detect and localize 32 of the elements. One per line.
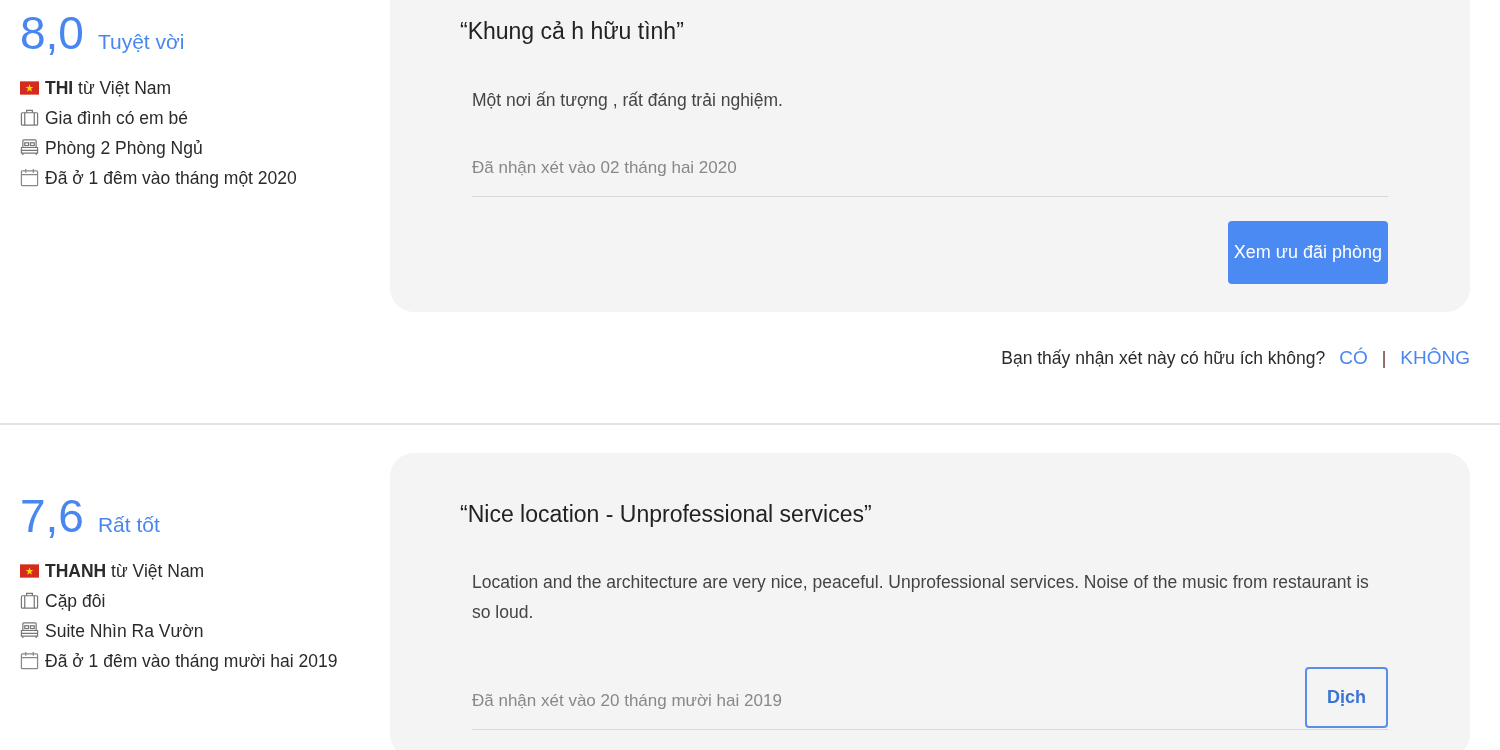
review-score: 8,0 (20, 10, 84, 56)
room-deals-button[interactable]: Xem ưu đãi phòng (1227, 221, 1388, 284)
flag-icon (20, 81, 39, 95)
traveler-type: Gia đình có em bé (45, 108, 188, 128)
traveler-type: Cặp đôi (45, 590, 106, 611)
room-type: Suite Nhìn Ra Vườn (45, 620, 204, 641)
helpful-question: Bạn thấy nhận xét này có hữu ích không? (1001, 347, 1326, 371)
stay-date: Đã ở 1 đêm vào tháng một 2020 (45, 168, 297, 188)
briefcase-icon (20, 590, 39, 610)
review-title: “Nice location - Unprofessional services” (460, 499, 873, 529)
yes-link[interactable]: CÓ (1339, 344, 1368, 373)
calendar-icon (20, 650, 39, 670)
link-separator: | (1381, 347, 1387, 371)
review-date: Đã nhận xét vào 20 tháng mười hai 2019 (472, 689, 782, 712)
score-label: Rất tốt (97, 511, 160, 538)
room-type: Phòng 2 Phòng Ngủ (45, 138, 203, 158)
translate-button[interactable]: Dịch (1305, 667, 1388, 728)
flag-icon (20, 563, 39, 578)
reviewer-name: THI từ Việt Nam (45, 78, 172, 98)
briefcase-icon (20, 108, 39, 127)
stay-date: Đã ở 1 đêm vào tháng mười hai 2019 (45, 650, 338, 671)
reviewer-name: THANH từ Việt Nam (45, 560, 205, 581)
review-title: “Khung cả h hữu tình” (460, 17, 685, 46)
review-score: 7,6 (20, 492, 84, 539)
calendar-icon (20, 168, 39, 187)
bed-icon (20, 620, 39, 640)
review-date: Đã nhận xét vào 02 tháng hai 2020 (472, 156, 737, 179)
review-text: Location and the architecture are very nice, peaceful. Unprofessional services. Noise of the music from restaurant is so loud. (472, 571, 1370, 624)
bed-icon (20, 138, 39, 157)
review-text: Một nơi ấn tượng , rất đáng trải nghiệm. (472, 88, 784, 112)
score-label: Tuyệt vời (97, 29, 185, 55)
no-link[interactable]: KHÔNG (1400, 344, 1470, 373)
